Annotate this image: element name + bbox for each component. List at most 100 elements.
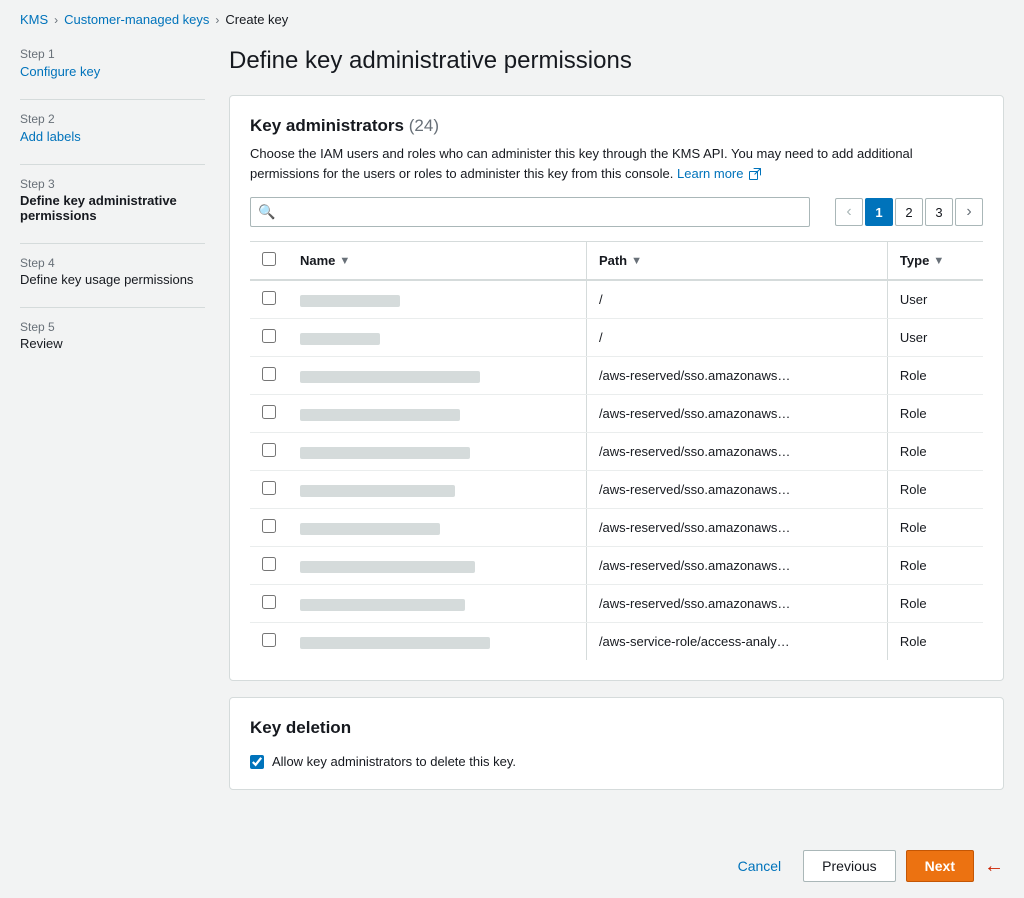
row-name: [288, 280, 586, 319]
name-redacted-bar: [300, 637, 490, 649]
sidebar-divider-2: [20, 164, 205, 165]
key-administrators-card: Key administrators (24) Choose the IAM u…: [229, 95, 1004, 681]
name-redacted-bar: [300, 333, 380, 345]
row-checkbox-cell: [250, 471, 288, 509]
sidebar-step-5-title: Review: [20, 336, 205, 351]
row-checkbox[interactable]: [262, 367, 276, 381]
table-row: /aws-reserved/sso.amazonaws…Role: [250, 395, 983, 433]
page-layout: Step 1 Configure key Step 2 Add labels S…: [0, 39, 1024, 826]
breadcrumb-kms[interactable]: KMS: [20, 12, 48, 27]
path-sort-icon[interactable]: ▼: [631, 255, 642, 267]
row-name: [288, 509, 586, 547]
pagination-page-1[interactable]: 1: [865, 198, 893, 226]
row-type: Role: [888, 395, 983, 433]
row-checkbox-cell: [250, 509, 288, 547]
sidebar-step-4: Step 4 Define key usage permissions: [20, 256, 205, 287]
row-checkbox[interactable]: [262, 633, 276, 647]
name-redacted-bar: [300, 447, 470, 459]
main-content: Define key administrative permissions Ke…: [229, 39, 1004, 806]
th-path: Path ▼: [587, 242, 887, 280]
table-row: /User: [250, 280, 983, 319]
row-path: /aws-reserved/sso.amazonaws…: [587, 509, 887, 547]
row-path: /: [587, 280, 887, 319]
row-checkbox-cell: [250, 280, 288, 319]
sidebar-divider-3: [20, 243, 205, 244]
page-title: Define key administrative permissions: [229, 47, 1004, 75]
sidebar-step-2-title[interactable]: Add labels: [20, 129, 81, 144]
sidebar-step-1: Step 1 Configure key: [20, 47, 205, 79]
external-link-icon: [749, 168, 761, 180]
key-deletion-title: Key deletion: [250, 718, 983, 738]
row-name: [288, 319, 586, 357]
row-checkbox-cell: [250, 357, 288, 395]
row-checkbox-cell: [250, 433, 288, 471]
row-type: Role: [888, 357, 983, 395]
table-row: /aws-reserved/sso.amazonaws…Role: [250, 547, 983, 585]
row-type: Role: [888, 547, 983, 585]
row-checkbox[interactable]: [262, 405, 276, 419]
table-row: /aws-service-role/access-analy…Role: [250, 623, 983, 661]
pagination: ‹ 1 2 3 ›: [835, 198, 983, 226]
sidebar-step-2-label: Step 2: [20, 112, 205, 126]
key-admin-table: Name ▼ Path ▼: [250, 241, 983, 660]
row-name: [288, 547, 586, 585]
breadcrumb-sep-1: ›: [54, 13, 58, 27]
pagination-prev-btn[interactable]: ‹: [835, 198, 863, 226]
key-admin-section-title: Key administrators (24): [250, 116, 983, 136]
row-type: Role: [888, 623, 983, 661]
name-sort-icon[interactable]: ▼: [339, 255, 350, 267]
card-inner: Key administrators (24) Choose the IAM u…: [230, 96, 1003, 680]
cancel-button[interactable]: Cancel: [726, 852, 794, 880]
row-checkbox[interactable]: [262, 329, 276, 343]
row-name: [288, 433, 586, 471]
row-checkbox[interactable]: [262, 481, 276, 495]
pagination-page-3[interactable]: 3: [925, 198, 953, 226]
sidebar-step-1-title[interactable]: Configure key: [20, 64, 100, 79]
row-checkbox-cell: [250, 547, 288, 585]
table-row: /aws-reserved/sso.amazonaws…Role: [250, 433, 983, 471]
name-redacted-bar: [300, 561, 475, 573]
key-deletion-card: Key deletion Allow key administrators to…: [229, 697, 1004, 790]
search-wrapper: 🔍: [250, 197, 810, 227]
footer-actions: Cancel Previous Next ←: [0, 834, 1024, 898]
sidebar-step-5-label: Step 5: [20, 320, 205, 334]
breadcrumb: KMS › Customer-managed keys › Create key: [0, 0, 1024, 39]
table-row: /aws-reserved/sso.amazonaws…Role: [250, 509, 983, 547]
table-row: /User: [250, 319, 983, 357]
allow-deletion-checkbox[interactable]: [250, 755, 264, 769]
row-name: [288, 585, 586, 623]
sidebar: Step 1 Configure key Step 2 Add labels S…: [20, 39, 205, 806]
type-sort-icon[interactable]: ▼: [933, 255, 944, 267]
learn-more-link[interactable]: Learn more: [677, 166, 761, 181]
breadcrumb-customer-managed-keys[interactable]: Customer-managed keys: [64, 12, 209, 27]
row-path: /: [587, 319, 887, 357]
select-all-checkbox[interactable]: [262, 252, 276, 266]
name-redacted-bar: [300, 485, 455, 497]
row-name: [288, 623, 586, 661]
table-row: /aws-reserved/sso.amazonaws…Role: [250, 471, 983, 509]
name-redacted-bar: [300, 599, 465, 611]
row-checkbox[interactable]: [262, 519, 276, 533]
th-select-all: [250, 242, 288, 280]
sidebar-step-3-label: Step 3: [20, 177, 205, 191]
row-path: /aws-reserved/sso.amazonaws…: [587, 395, 887, 433]
pagination-page-2[interactable]: 2: [895, 198, 923, 226]
name-redacted-bar: [300, 409, 460, 421]
row-checkbox[interactable]: [262, 291, 276, 305]
row-path: /aws-reserved/sso.amazonaws…: [587, 471, 887, 509]
row-name: [288, 357, 586, 395]
pagination-next-btn[interactable]: ›: [955, 198, 983, 226]
row-checkbox-cell: [250, 623, 288, 661]
search-input[interactable]: [250, 197, 810, 227]
row-checkbox-cell: [250, 319, 288, 357]
row-checkbox[interactable]: [262, 443, 276, 457]
key-admin-count: (24): [409, 116, 439, 135]
next-button[interactable]: Next: [906, 850, 974, 882]
row-checkbox[interactable]: [262, 595, 276, 609]
allow-deletion-label[interactable]: Allow key administrators to delete this …: [250, 754, 983, 769]
row-checkbox[interactable]: [262, 557, 276, 571]
key-deletion-section: Key deletion Allow key administrators to…: [230, 698, 1003, 789]
sidebar-step-4-label: Step 4: [20, 256, 205, 270]
name-redacted-bar: [300, 295, 400, 307]
previous-button[interactable]: Previous: [803, 850, 895, 882]
